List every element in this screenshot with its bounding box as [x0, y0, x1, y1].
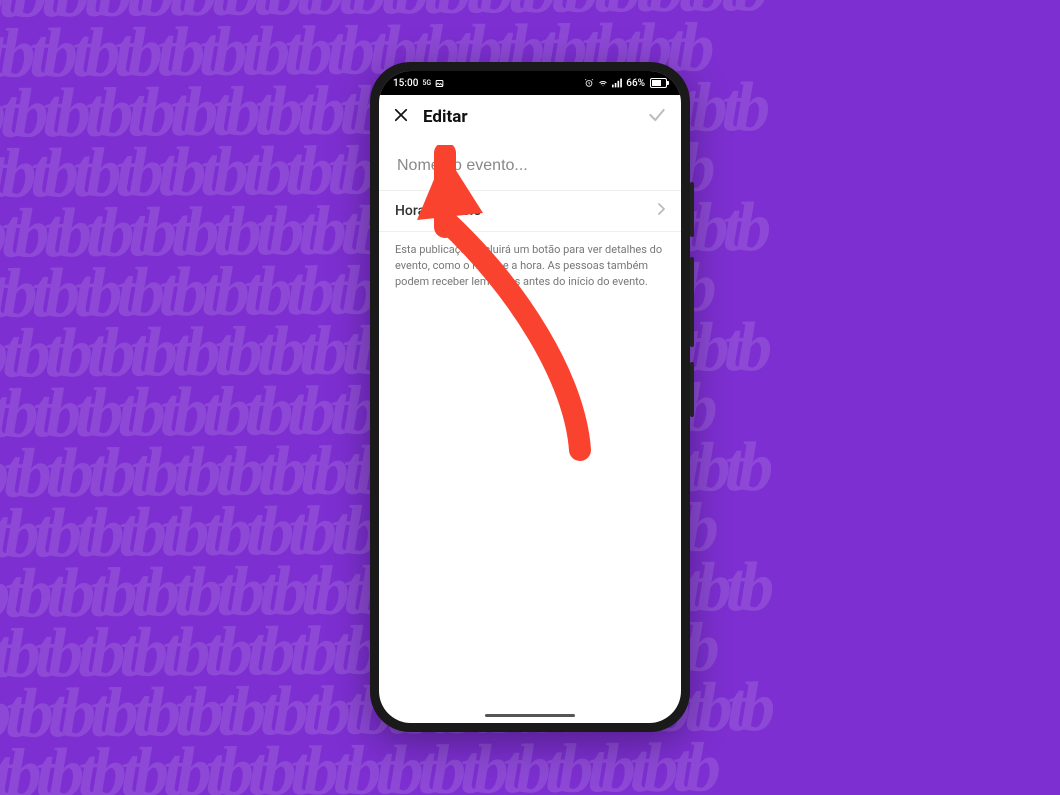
phone-side-button: [690, 182, 694, 237]
camera-notch: [524, 77, 536, 89]
phone-side-button: [690, 257, 694, 347]
home-indicator[interactable]: [485, 714, 575, 717]
battery-percentage: 66%: [626, 78, 645, 89]
chevron-right-icon: [657, 203, 665, 219]
signal-icon: [612, 78, 623, 88]
start-time-label: Hora de início: [395, 203, 657, 219]
phone-screen: 15:00 5G: [379, 71, 681, 723]
status-time: 15:00: [393, 78, 418, 89]
start-time-row[interactable]: Hora de início: [379, 191, 681, 232]
header-title: Editar: [423, 107, 645, 127]
picture-icon: [435, 79, 444, 88]
event-description-text: Esta publicação incluirá um botão para v…: [379, 232, 681, 300]
event-name-input[interactable]: [395, 156, 669, 176]
event-name-field[interactable]: [379, 139, 681, 191]
battery-icon: [648, 78, 667, 88]
tutorial-background: tbtbtbtbtbtbtbtbtbtbtbtbtbtbtbtbtbtbtb t…: [0, 0, 1060, 795]
confirm-button[interactable]: [645, 105, 669, 129]
app-header: Editar: [379, 95, 681, 139]
close-icon: [392, 106, 410, 128]
wifi-icon: [597, 78, 609, 88]
phone-side-button: [690, 362, 694, 417]
check-icon: [647, 105, 667, 129]
alarm-icon: [584, 78, 594, 88]
network-icon: 5G: [422, 79, 431, 87]
close-button[interactable]: [389, 105, 413, 129]
phone-frame: 15:00 5G: [370, 62, 690, 732]
